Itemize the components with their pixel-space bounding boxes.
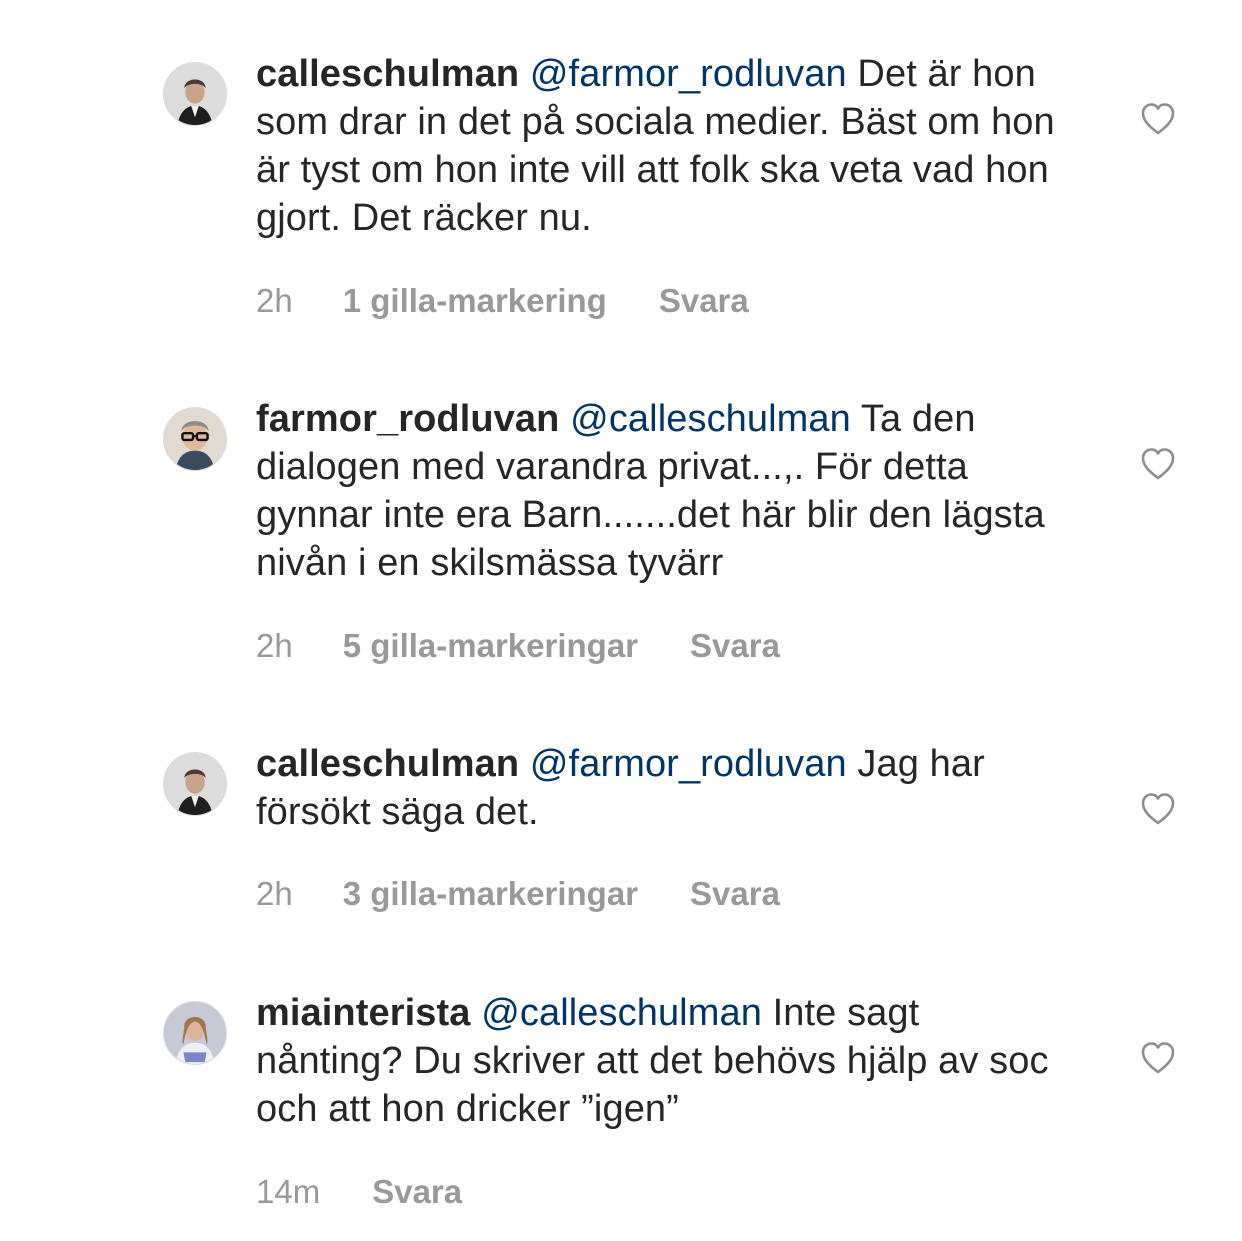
comment-time: 2h — [256, 627, 293, 664]
comment-mention[interactable]: @calleschulman — [481, 992, 762, 1034]
comment-username[interactable]: calleschulman — [256, 53, 519, 95]
reply-button[interactable]: Svara — [690, 875, 780, 912]
comment-likes[interactable]: 5 gilla-markeringar — [343, 627, 638, 664]
comment-text: miainterista @calleschulman Inte sagt nå… — [256, 989, 1076, 1133]
heart-outline-icon[interactable] — [1140, 102, 1176, 136]
comment-text: calleschulman @farmor_rodluvan Det är ho… — [256, 50, 1076, 242]
comment-text: farmor_rodluvan @calleschulman Ta den di… — [256, 395, 1076, 587]
comment-mention[interactable]: @calleschulman — [570, 398, 851, 440]
comment-meta: 2h 5 gilla-markeringar Svara — [256, 626, 780, 666]
comment-time: 14m — [256, 1173, 321, 1210]
comment-username[interactable]: farmor_rodluvan — [256, 398, 559, 440]
profile-photo-icon — [164, 753, 226, 815]
comment-time: 2h — [256, 282, 293, 319]
profile-photo-icon — [164, 63, 226, 125]
comment-username[interactable]: calleschulman — [256, 743, 519, 785]
comment-meta: 14m Svara — [256, 1172, 462, 1212]
comment-mention[interactable]: @farmor_rodluvan — [530, 53, 847, 95]
comment-likes[interactable]: 1 gilla-markering — [343, 282, 607, 319]
comment-meta: 2h 1 gilla-markering Svara — [256, 281, 749, 321]
heart-outline-icon[interactable] — [1140, 1041, 1176, 1075]
avatar[interactable] — [163, 62, 227, 126]
comment-meta: 2h 3 gilla-markeringar Svara — [256, 874, 780, 914]
comment-likes[interactable]: 3 gilla-markeringar — [343, 875, 638, 912]
avatar[interactable] — [163, 752, 227, 816]
reply-button[interactable]: Svara — [690, 627, 780, 664]
reply-button[interactable]: Svara — [372, 1173, 462, 1210]
avatar[interactable] — [163, 407, 227, 471]
profile-photo-icon — [164, 408, 226, 470]
heart-outline-icon[interactable] — [1140, 447, 1176, 481]
avatar[interactable] — [163, 1001, 227, 1065]
profile-photo-icon — [164, 1002, 226, 1064]
reply-button[interactable]: Svara — [659, 282, 749, 319]
comment-time: 2h — [256, 875, 293, 912]
comment-text: calleschulman @farmor_rodluvan Jag har f… — [256, 740, 1076, 836]
comment-username[interactable]: miainterista — [256, 992, 471, 1034]
comment-mention[interactable]: @farmor_rodluvan — [530, 743, 847, 785]
heart-outline-icon[interactable] — [1140, 792, 1176, 826]
